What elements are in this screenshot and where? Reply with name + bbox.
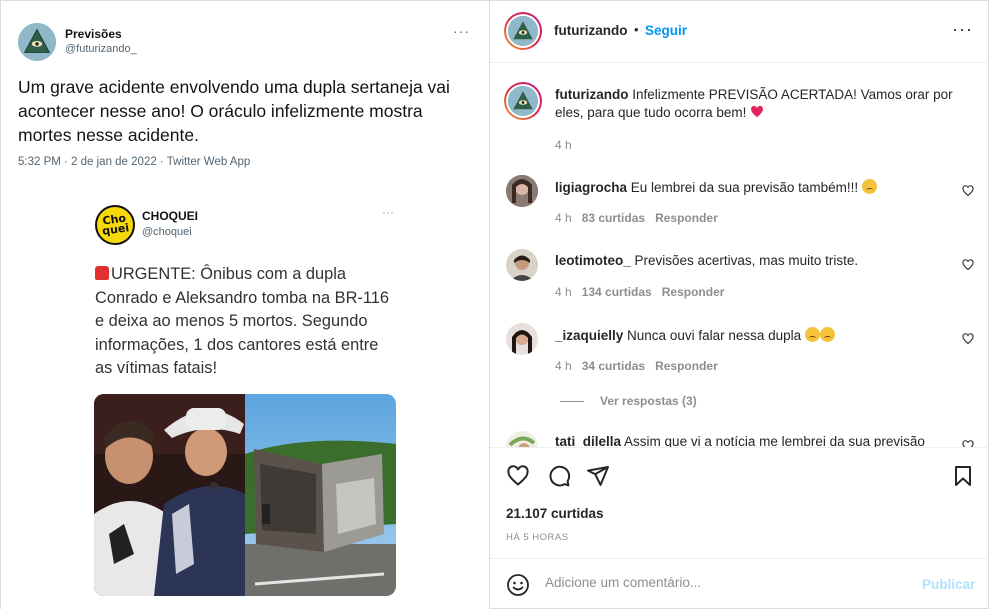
comment-meta: 4 h 134 curtidas Responder [555, 285, 724, 299]
comment-bubble-icon[interactable] [547, 464, 571, 488]
quoted-tweet[interactable]: Cho quei CHOQUEI @choquei ··· URGENTE: Ô… [84, 191, 406, 609]
caption-avatar[interactable] [504, 82, 542, 120]
post-age[interactable]: HÁ 5 HORAS [506, 532, 569, 543]
sad-face-emoji-icon [804, 327, 820, 342]
caption-time: 4 h [555, 138, 572, 152]
tweet-author-handle[interactable]: @futurizando_ [65, 43, 137, 55]
comment-avatar[interactable] [506, 249, 538, 281]
comment-time: 4 h [555, 285, 572, 299]
sad-face-emoji-icon [819, 327, 835, 342]
choquei-logo[interactable]: Cho quei [95, 205, 135, 245]
reply-button[interactable]: Responder [655, 359, 718, 373]
publish-button[interactable]: Publicar [922, 577, 975, 592]
comment-body: tati_dilella Assim que vi a notícia me l… [555, 434, 925, 447]
save-bookmark-icon[interactable] [951, 464, 975, 488]
comment-body: ligiagrocha Eu lembrei da sua previsão t… [555, 179, 877, 195]
comment-username[interactable]: tati_dilella [555, 434, 621, 447]
comment-like-heart-icon[interactable] [962, 185, 974, 197]
quoted-photo[interactable] [94, 394, 396, 596]
reply-button[interactable]: Responder [655, 211, 718, 225]
quoted-text-block: URGENTE: Ônibus com a dupla Conrado e Al… [95, 263, 395, 381]
comment-avatar[interactable] [506, 323, 538, 355]
comment-likes[interactable]: 34 curtidas [582, 359, 645, 373]
tweet-author-name[interactable]: Previsões [65, 27, 122, 41]
view-replies-button[interactable]: Ver respostas (3) [560, 394, 697, 408]
comment-like-heart-icon[interactable] [962, 333, 974, 345]
comment-input[interactable] [545, 575, 905, 590]
reply-button[interactable]: Responder [662, 285, 725, 299]
post-actions: 21.107 curtidas HÁ 5 HORAS [490, 447, 989, 567]
red-heart-emoji-icon [751, 105, 764, 118]
instagram-post-panel: futurizando • Seguir ··· futurizando Inf… [490, 1, 989, 609]
like-heart-icon[interactable] [506, 464, 530, 488]
caption: futurizando Infelizmente PREVISÃO ACERTA… [555, 86, 955, 122]
follow-button[interactable]: Seguir [645, 23, 687, 38]
comment-likes[interactable]: 83 curtidas [582, 211, 645, 225]
comment-like-heart-icon[interactable] [962, 259, 974, 271]
quoted-author-handle[interactable]: @choquei [142, 226, 192, 238]
illuminati-eye-icon[interactable] [18, 23, 56, 61]
comment-body: leotimoteo_ Previsões acertivas, mas mui… [555, 253, 858, 268]
add-comment-bar: Publicar [490, 558, 989, 609]
comment-text: Assim que vi a notícia me lembrei da sua… [624, 434, 925, 447]
emoji-smile-icon[interactable] [506, 573, 530, 597]
comment-like-heart-icon[interactable] [962, 440, 974, 447]
profile-avatar[interactable] [504, 12, 542, 50]
quoted-author-name[interactable]: CHOQUEI [142, 209, 198, 223]
comment-username[interactable]: ligiagrocha [555, 180, 627, 195]
illuminati-eye-icon [508, 86, 538, 116]
quoted-text: URGENTE: Ônibus com a dupla Conrado e Al… [95, 265, 389, 377]
comment-body: _izaquielly Nunca ouvi falar nessa dupla [555, 327, 835, 343]
screenshot-composite: Previsões @futurizando_ ··· Um grave aci… [0, 0, 989, 609]
comment-time: 4 h [555, 359, 572, 373]
comment-username[interactable]: leotimoteo_ [555, 253, 631, 268]
more-options-icon[interactable]: ··· [952, 19, 973, 40]
share-send-icon[interactable] [586, 464, 610, 488]
comments-scroll-area[interactable]: futurizando Infelizmente PREVISÃO ACERTA… [490, 63, 989, 447]
comment-likes[interactable]: 134 curtidas [582, 285, 652, 299]
illuminati-eye-icon [508, 16, 538, 46]
comment-text: Nunca ouvi falar nessa dupla [627, 328, 802, 343]
comment-avatar[interactable] [506, 431, 538, 447]
header-username[interactable]: futurizando [554, 23, 628, 38]
post-header: futurizando • Seguir ··· [490, 1, 989, 63]
comment-meta: 4 h 34 curtidas Responder [555, 359, 718, 373]
quoted-more-icon[interactable]: ··· [382, 205, 394, 219]
comment-meta: 4 h 83 curtidas Responder [555, 211, 718, 225]
comment-time: 4 h [555, 211, 572, 225]
comment-username[interactable]: _izaquielly [555, 328, 623, 343]
likes-count[interactable]: 21.107 curtidas [506, 506, 604, 521]
header-dot: • [634, 22, 639, 37]
tweet-text: Um grave acidente envolvendo uma dupla s… [18, 77, 450, 145]
caption-username[interactable]: futurizando [555, 87, 629, 102]
tweet-panel: Previsões @futurizando_ ··· Um grave aci… [1, 1, 489, 609]
comment-text: Eu lembrei da sua previsão também!!! [630, 180, 859, 195]
comment-avatar[interactable] [506, 175, 538, 207]
sad-face-emoji-icon [861, 179, 877, 194]
tweet-meta: 5:32 PM · 2 de jan de 2022 · Twitter Web… [18, 156, 251, 168]
tweet-more-icon[interactable]: ··· [453, 23, 470, 39]
siren-emoji-icon [95, 266, 109, 280]
comment-text: Previsões acertivas, mas muito triste. [634, 253, 859, 268]
